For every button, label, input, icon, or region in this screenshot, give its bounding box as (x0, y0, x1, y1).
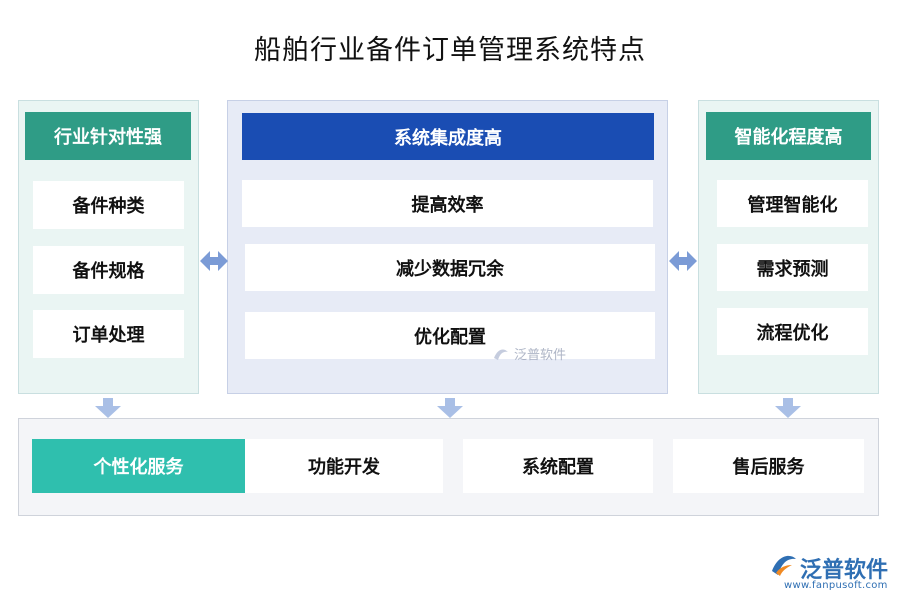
watermark-text: 泛普软件 (514, 348, 567, 363)
bottom-item-1: 个性化服务 (32, 439, 245, 493)
left-item-2: 备件规格 (33, 246, 184, 294)
bottom-item-2: 功能开发 (245, 439, 443, 493)
double-arrow-left-icon (200, 251, 228, 271)
middle-panel-header: 系统集成度高 (242, 113, 654, 160)
watermark: 泛普软件 (492, 344, 566, 363)
left-item-1: 备件种类 (33, 181, 184, 229)
right-item-1: 管理智能化 (717, 180, 868, 227)
watermark-logo-icon (494, 349, 508, 360)
middle-item-1: 提高效率 (242, 180, 653, 227)
left-panel-header: 行业针对性强 (25, 112, 191, 160)
middle-item-3: 优化配置 (245, 312, 655, 359)
double-arrow-right-icon (669, 251, 697, 271)
left-item-3: 订单处理 (33, 310, 184, 358)
bottom-item-3: 系统配置 (463, 439, 653, 493)
bottom-item-4: 售后服务 (673, 439, 864, 493)
diagram-title: 船舶行业备件订单管理系统特点 (254, 35, 646, 66)
brand-logo-icon (772, 555, 796, 576)
middle-item-2: 减少数据冗余 (245, 244, 655, 291)
right-item-2: 需求预测 (717, 244, 868, 291)
brand-url: www.fanpusoft.com (784, 580, 888, 591)
down-arrow-left-icon (95, 398, 121, 418)
right-item-3: 流程优化 (717, 308, 868, 355)
down-arrow-right-icon (775, 398, 801, 418)
right-panel-header: 智能化程度高 (706, 112, 871, 160)
down-arrow-middle-icon (437, 398, 463, 418)
